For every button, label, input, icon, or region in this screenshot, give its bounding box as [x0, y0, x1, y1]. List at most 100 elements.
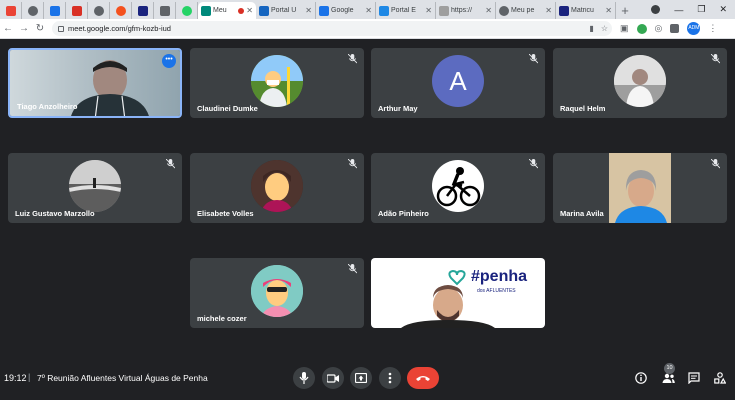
tab-label: Portal E [391, 7, 416, 14]
trophy-icon [259, 5, 269, 16]
close-window-icon[interactable]: ✕ [719, 4, 727, 15]
puzzle-icon[interactable] [670, 24, 680, 33]
browser-tab[interactable] [176, 2, 198, 19]
tab-label: Google [331, 7, 354, 14]
activities-button[interactable] [713, 371, 727, 385]
mic-off-icon [711, 54, 720, 64]
site-icon [71, 5, 82, 16]
browser-tab[interactable] [110, 2, 132, 19]
close-tab-icon[interactable]: ✕ [365, 6, 372, 15]
close-tab-icon[interactable]: ✕ [605, 6, 612, 15]
window-controls: — ❐ ✕ [651, 0, 735, 19]
browser-tab[interactable] [154, 2, 176, 19]
grammarly-icon[interactable] [636, 23, 647, 34]
browser-tab[interactable] [66, 2, 88, 19]
participant-name: Adão Pinheiro [378, 209, 429, 218]
close-tab-icon[interactable]: ✕ [425, 6, 432, 15]
browser-tab[interactable]: Google ✕ [316, 2, 376, 19]
browser-tab[interactable] [44, 2, 66, 19]
people-icon [662, 373, 675, 383]
tab-label: https:// [451, 7, 473, 14]
close-tab-icon[interactable]: ✕ [545, 6, 552, 15]
bookmark-star-icon[interactable]: ☆ [601, 24, 608, 33]
close-tab-icon[interactable]: ✕ [485, 6, 492, 15]
browser-tab[interactable]: Matricu ✕ [556, 2, 616, 19]
more-vert-icon [388, 372, 392, 384]
participant-tile[interactable]: A Arthur May [371, 48, 545, 118]
camera-icon[interactable]: ▮ [589, 24, 593, 33]
browser-tab[interactable] [22, 2, 44, 19]
participant-avatar [69, 160, 121, 212]
chat-button[interactable] [687, 371, 701, 385]
new-tab-button[interactable]: + [616, 2, 634, 19]
close-tab-icon[interactable]: ✕ [246, 6, 253, 15]
browser-tab[interactable]: Portal Ú ✕ [256, 2, 316, 19]
browser-tab[interactable] [88, 2, 110, 19]
participant-name: michele cozer [197, 314, 247, 323]
close-tab-icon[interactable]: ✕ [305, 6, 312, 15]
chrome-icon [27, 5, 38, 16]
trophy-icon [49, 5, 60, 16]
participant-tile[interactable]: Adão Pinheiro [371, 153, 545, 223]
browser-tab[interactable] [132, 2, 154, 19]
extension-icon[interactable]: ◎ [655, 23, 663, 34]
microphone-button[interactable] [293, 367, 315, 389]
participant-name: Você [378, 314, 396, 323]
participant-tile[interactable]: Luiz Gustavo Marzollo [8, 153, 182, 223]
participant-name: Raquel Helm [560, 104, 606, 113]
omnibox-icons: ▮ ☆ [589, 24, 612, 33]
separator: | [28, 372, 31, 382]
whatsapp-icon [181, 5, 192, 16]
browser-tab[interactable]: Portal E ✕ [376, 2, 436, 19]
participant-tile[interactable]: Elisabete Volles [190, 153, 364, 223]
more-options-button[interactable]: ••• [162, 54, 176, 68]
browser-tab[interactable]: https:// ✕ [436, 2, 496, 19]
present-screen-button[interactable] [350, 367, 372, 389]
meet-icon [201, 5, 211, 16]
meeting-details-button[interactable] [634, 371, 648, 385]
mic-off-icon [529, 159, 538, 169]
participant-tile[interactable]: Marina Avila [553, 153, 727, 223]
address-bar[interactable]: meet.google.com/gfm-kozb-iud ▮ ☆ [52, 21, 612, 36]
page-icon [439, 5, 449, 16]
mic-off-icon [529, 54, 538, 64]
globe-icon [93, 5, 104, 16]
participant-tile[interactable]: Claudinei Dumke [190, 48, 364, 118]
profile-avatar[interactable]: ADM [687, 22, 701, 35]
profile-icon[interactable] [651, 5, 661, 14]
self-tile[interactable]: #penha dos AFLUENTES Você [371, 258, 545, 328]
site-icon [115, 5, 126, 16]
browser-tab-active[interactable]: Meu ✕ [198, 2, 256, 19]
forward-icon[interactable]: → [16, 23, 32, 34]
tab-label: Meu [213, 7, 227, 14]
participant-name: Arthur May [378, 104, 418, 113]
participant-tile[interactable]: michele cozer [190, 258, 364, 328]
back-icon[interactable]: ← [0, 23, 16, 34]
participant-name: Tiago Anzolheiro [17, 102, 78, 111]
penha-logo-text: #penha [471, 268, 528, 285]
menu-kebab-icon[interactable]: ⋮ [708, 23, 717, 34]
extension-icon[interactable]: ▣ [620, 23, 629, 34]
meeting-bottom-bar: 19:12 | 7º Reunião Afluentes Virtual Águ… [0, 362, 735, 400]
site-icon [559, 5, 569, 16]
participant-count-badge: 10 [664, 363, 675, 374]
reload-icon[interactable]: ↻ [32, 23, 48, 34]
gmail-icon [5, 5, 16, 16]
participant-tile[interactable]: Raquel Helm [553, 48, 727, 118]
browser-tab[interactable] [0, 2, 22, 19]
mic-off-icon [166, 159, 175, 169]
participant-video [609, 153, 671, 223]
end-call-button[interactable] [407, 367, 439, 389]
globe-icon [499, 5, 509, 16]
people-button[interactable]: 10 [661, 363, 675, 385]
recording-icon [238, 7, 245, 14]
participant-tile[interactable]: ••• Tiago Anzolheiro [8, 48, 182, 118]
camera-button[interactable] [322, 367, 344, 389]
minimize-icon[interactable]: — [674, 5, 683, 15]
participant-avatar [251, 160, 303, 212]
participant-name: Claudinei Dumke [197, 104, 258, 113]
browser-tab[interactable]: Meu pe ✕ [496, 2, 556, 19]
maximize-icon[interactable]: ❐ [697, 4, 705, 15]
participant-avatar [251, 265, 303, 317]
more-options-button[interactable] [379, 367, 401, 389]
